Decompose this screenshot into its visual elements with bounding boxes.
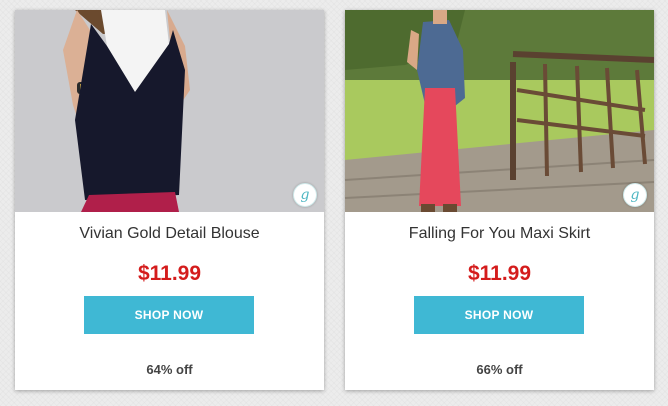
shop-now-button[interactable]: SHOP NOW [84,296,254,334]
product-title[interactable]: Vivian Gold Detail Blouse [15,225,324,243]
product-price: $11.99 [137,262,202,285]
brand-logo-icon: g [293,183,317,207]
product-card-blouse: g Vivian Gold Detail Blouse $11.99 SHOP … [15,10,324,390]
blouse-photo [15,10,324,212]
product-image-skirt[interactable]: g [345,10,654,212]
brand-logo-icon: g [623,183,647,207]
product-card-skirt: g Falling For You Maxi Skirt $11.99 SHOP… [345,10,654,390]
shop-now-button[interactable]: SHOP NOW [414,296,584,334]
product-title[interactable]: Falling For You Maxi Skirt [345,225,654,243]
product-image-blouse[interactable]: g [15,10,324,212]
discount-label: 64% off [146,362,193,377]
discount-label: 66% off [476,362,523,377]
product-price: $11.99 [467,262,532,285]
skirt-photo [345,10,654,212]
